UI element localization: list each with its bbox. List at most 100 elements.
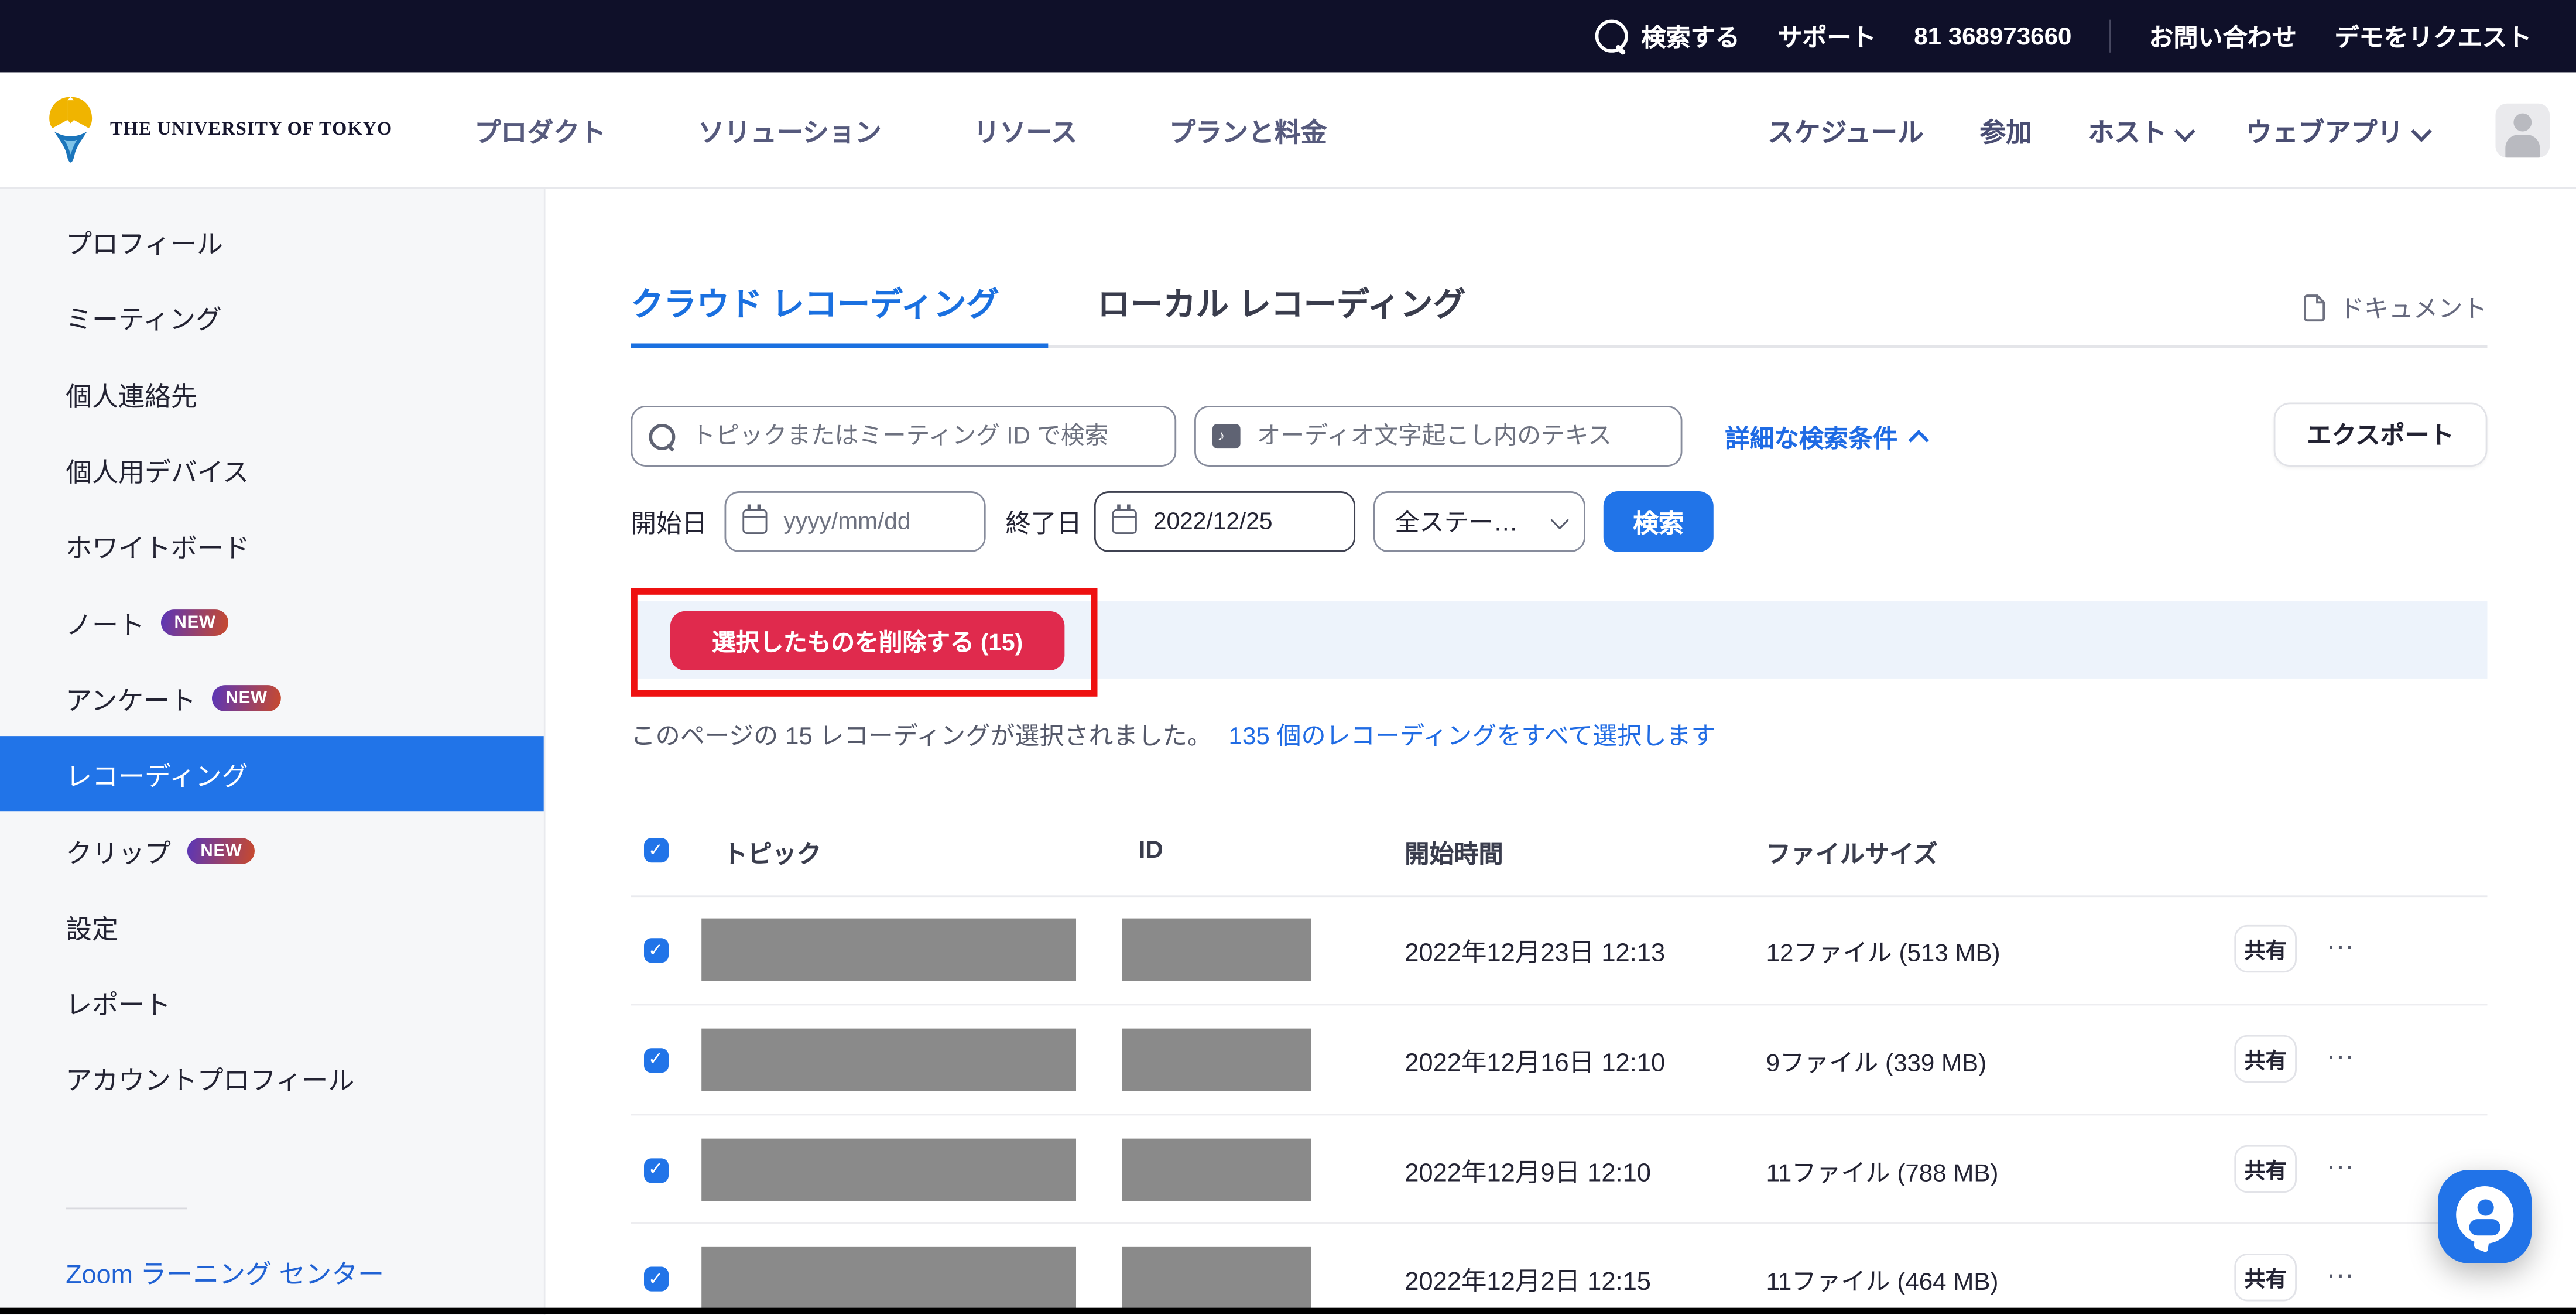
table-row: 2022年12月16日 12:10 9ファイル (339 MB) 共有 ⋯	[546, 1005, 2576, 1115]
advanced-search-link[interactable]: 詳細な検索条件	[1725, 420, 1924, 455]
file-size-cell: 11ファイル (788 MB)	[1766, 1155, 1999, 1189]
column-header-start-time[interactable]: 開始時間	[1405, 836, 1503, 871]
column-header-topic[interactable]: トピック	[723, 836, 821, 871]
support-chat-button[interactable]	[2438, 1170, 2532, 1263]
transcript-search-field[interactable]	[1194, 406, 1682, 467]
start-date-field[interactable]	[724, 491, 985, 552]
nav-right-group: スケジュール 参加 ホスト ウェブアプリ	[1768, 102, 2550, 157]
tab-cloud-recordings[interactable]: クラウド レコーディング	[631, 278, 999, 325]
share-button[interactable]: 共有	[2234, 1145, 2297, 1192]
search-button[interactable]: 検索	[1604, 491, 1714, 552]
nav-products[interactable]: プロダクト	[475, 110, 607, 149]
chevron-up-icon	[1908, 430, 1929, 451]
audio-transcript-icon	[1212, 424, 1241, 448]
sidebar-item-whiteboard[interactable]: ホワイトボード	[0, 508, 544, 584]
redacted-id	[1122, 1138, 1311, 1201]
sidebar-item-profile[interactable]: プロフィール	[0, 204, 544, 280]
share-button[interactable]: 共有	[2234, 1254, 2297, 1302]
document-icon	[2303, 294, 2326, 322]
end-date-field[interactable]	[1094, 491, 1355, 552]
nav-solutions[interactable]: ソリューション	[698, 110, 881, 149]
selection-status: このページの 15 レコーディングが選択されました。 135 個のレコーディング…	[631, 718, 1716, 752]
chevron-down-icon	[1550, 510, 1569, 529]
topbar-support-link[interactable]: サポート	[1777, 19, 1876, 53]
start-date-label: 開始日	[631, 504, 708, 540]
end-date-label: 終了日	[1005, 504, 1082, 540]
nav-host[interactable]: ホスト	[2088, 110, 2190, 149]
utokyo-logo[interactable]: THE UNIVERSITY OF TOKYO	[46, 95, 393, 165]
selection-status-text: このページの 15 レコーディングが選択されました。	[631, 723, 1212, 751]
sidebar-item-account-profile[interactable]: アカウントプロフィール	[0, 1040, 544, 1117]
topbar-search-label: 検索する	[1641, 19, 1739, 53]
row-checkbox[interactable]	[644, 1158, 669, 1182]
sidebar-item-recordings[interactable]: レコーディング	[0, 736, 544, 812]
redacted-id	[1122, 919, 1311, 981]
calendar-icon	[1112, 509, 1137, 534]
more-icon[interactable]: ⋯	[2326, 1261, 2356, 1293]
avatar[interactable]	[2495, 102, 2550, 157]
start-time-cell: 2022年12月23日 12:13	[1405, 933, 1665, 970]
redacted-topic	[701, 1248, 1076, 1310]
utokyo-logo-text: THE UNIVERSITY OF TOKYO	[110, 120, 392, 140]
nav-plans-pricing[interactable]: プランと料金	[1169, 110, 1327, 149]
status-filter-select[interactable]: 全ステー…	[1373, 491, 1585, 552]
main-navbar: THE UNIVERSITY OF TOKYO プロダクト ソリューション リソ…	[0, 72, 2576, 189]
nav-resources[interactable]: リソース	[974, 110, 1077, 149]
more-icon[interactable]: ⋯	[2326, 1042, 2356, 1074]
sidebar-item-surveys[interactable]: アンケートNEW	[0, 660, 544, 736]
redacted-id	[1122, 1028, 1311, 1091]
topic-search-input[interactable]	[688, 422, 1159, 451]
select-all-checkbox[interactable]	[644, 838, 669, 862]
end-date-input[interactable]	[1150, 507, 1337, 537]
more-icon[interactable]: ⋯	[2326, 1151, 2356, 1184]
redacted-topic	[701, 1138, 1076, 1201]
topbar-contact-link[interactable]: お問い合わせ	[2149, 19, 2297, 53]
chat-person-body	[2469, 1218, 2500, 1235]
new-badge: NEW	[213, 685, 280, 711]
avatar-body	[2505, 134, 2540, 157]
redacted-id	[1122, 1248, 1311, 1310]
start-date-input[interactable]	[780, 507, 968, 537]
file-size-cell: 11ファイル (464 MB)	[1766, 1264, 1999, 1299]
share-button[interactable]: 共有	[2234, 925, 2297, 972]
sidebar-item-meetings[interactable]: ミーティング	[0, 280, 544, 356]
more-icon[interactable]: ⋯	[2326, 932, 2356, 964]
topic-search-field[interactable]	[631, 406, 1177, 467]
utokyo-logo-icon	[46, 95, 95, 165]
transcript-search-input[interactable]	[1253, 422, 1664, 451]
recordings-content: クラウド レコーディング ローカル レコーディング ドキュメント 詳細な検索条件…	[546, 189, 2576, 1315]
file-size-cell: 12ファイル (513 MB)	[1766, 935, 2000, 970]
table-row: 2022年12月9日 12:10 11ファイル (788 MB) 共有 ⋯	[546, 1115, 2576, 1224]
row-checkbox[interactable]	[644, 1268, 669, 1292]
topbar-request-demo-link[interactable]: デモをリクエスト	[2334, 19, 2532, 53]
sidebar-item-settings[interactable]: 設定	[0, 888, 544, 964]
topbar-search[interactable]: 検索する	[1595, 19, 1740, 53]
row-checkbox[interactable]	[644, 1048, 669, 1073]
screen-bottom-edge	[0, 1307, 2576, 1315]
new-badge: NEW	[161, 609, 229, 635]
nav-webapp[interactable]: ウェブアプリ	[2246, 110, 2427, 149]
export-button[interactable]: エクスポート	[2274, 402, 2488, 466]
share-button[interactable]: 共有	[2234, 1035, 2297, 1082]
delete-selected-button[interactable]: 選択したものを削除する (15)	[670, 611, 1064, 670]
sidebar-item-notes[interactable]: ノートNEW	[0, 584, 544, 660]
column-header-id[interactable]: ID	[1139, 836, 1163, 864]
tab-local-recordings[interactable]: ローカル レコーディング	[1097, 278, 1465, 325]
sidebar-item-reports[interactable]: レポート	[0, 964, 544, 1040]
documentation-link[interactable]: ドキュメント	[2303, 291, 2487, 326]
start-time-cell: 2022年12月2日 12:15	[1405, 1262, 1651, 1299]
redacted-topic	[701, 1028, 1076, 1091]
select-all-link[interactable]: 135 個のレコーディングをすべて選択します	[1229, 723, 1716, 751]
nav-join[interactable]: 参加	[1979, 110, 2032, 149]
file-size-cell: 9ファイル (339 MB)	[1766, 1045, 1987, 1079]
row-checkbox[interactable]	[644, 938, 669, 963]
topbar-divider	[2109, 20, 2111, 53]
sidebar-item-contacts[interactable]: 個人連絡先	[0, 356, 544, 432]
start-time-cell: 2022年12月9日 12:10	[1405, 1153, 1651, 1189]
sidebar-item-devices[interactable]: 個人用デバイス	[0, 432, 544, 508]
column-header-file-size[interactable]: ファイルサイズ	[1766, 836, 1938, 871]
nav-schedule[interactable]: スケジュール	[1768, 110, 1924, 149]
sidebar-item-clips[interactable]: クリップNEW	[0, 812, 544, 888]
calendar-icon	[742, 509, 767, 534]
sidebar-learning-center-link[interactable]: Zoom ラーニング センター	[66, 1251, 544, 1290]
